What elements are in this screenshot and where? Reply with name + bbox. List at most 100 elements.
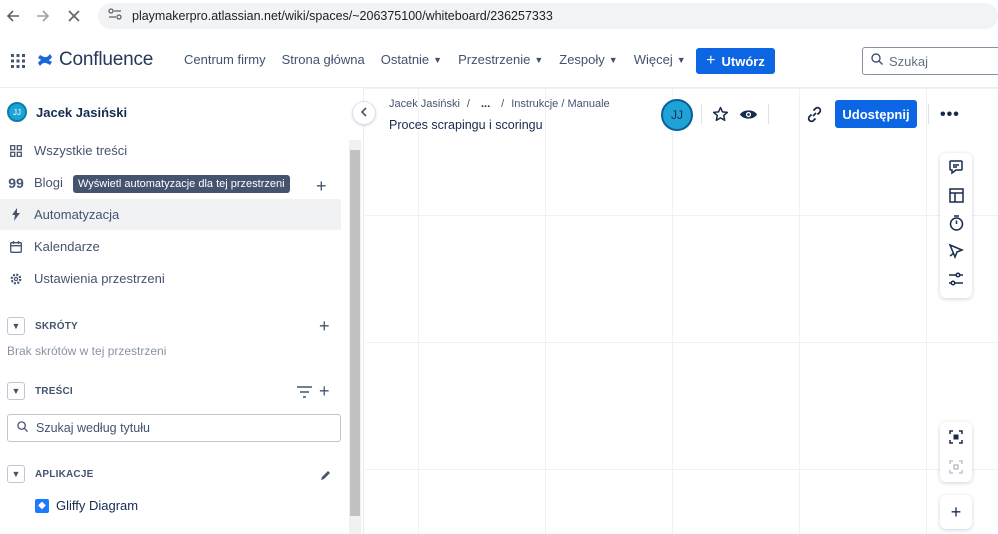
app-header: Confluence Centrum firmy Strona główna O… (0, 32, 998, 88)
section-label: TREŚCI (35, 385, 73, 397)
zoom-in-button[interactable]: + (940, 495, 972, 529)
edit-pencil-icon[interactable] (320, 468, 331, 486)
grid-icon (9, 144, 23, 158)
sidebar-scrollbar[interactable] (349, 140, 361, 534)
star-icon[interactable] (710, 104, 730, 124)
url-text: playmakerpro.atlassian.net/wiki/spaces/~… (132, 9, 553, 23)
sidebar-item-calendars[interactable]: Kalendarze (0, 231, 341, 262)
chevron-down-icon[interactable]: ▼ (7, 317, 25, 335)
comment-icon[interactable] (940, 153, 972, 181)
section-label: APLIKACJE (35, 468, 94, 480)
link-icon[interactable] (804, 104, 824, 124)
create-label: Utwórz (721, 53, 765, 69)
nav-ostatnie[interactable]: Ostatnie ▼ (373, 50, 450, 69)
scrollbar-thumb[interactable] (350, 150, 360, 516)
sidebar-item-label: Kalendarze (34, 239, 100, 254)
app-switcher-icon[interactable] (11, 54, 25, 68)
tooltip: Wyświetl automatyzacje dla tej przestrze… (73, 175, 290, 193)
template-icon[interactable] (940, 181, 972, 209)
confluence-logo-icon (38, 54, 52, 66)
nav-label: Przestrzenie (458, 52, 531, 67)
product-name: Confluence (59, 49, 154, 70)
breadcrumb-item[interactable]: Jacek Jasiński (389, 98, 460, 110)
follow-cursor-icon[interactable] (940, 237, 972, 265)
app-label: Gliffy Diagram (56, 498, 139, 513)
nav-label: Więcej (633, 52, 673, 67)
sidebar-item-label: Automatyzacja (34, 207, 120, 222)
divider (768, 104, 769, 124)
chevron-down-icon[interactable]: ▼ (7, 382, 25, 400)
zoom-controls (940, 422, 972, 482)
shortcuts-section-header: ▼ SKRÓTY (7, 317, 78, 335)
chevron-left-icon (360, 106, 368, 120)
global-search-input[interactable]: Szukaj (862, 47, 998, 75)
nav-przestrzenie[interactable]: Przestrzenie ▼ (450, 50, 551, 69)
sidebar-item-space-settings[interactable]: Ustawienia przestrzeni (0, 263, 341, 294)
avatar[interactable]: JJ (661, 99, 693, 131)
chevron-down-icon: ▼ (676, 54, 686, 65)
title-search-input[interactable]: Szukaj według tytułu (7, 414, 341, 442)
breadcrumb-ellipsis[interactable]: ... (481, 98, 490, 110)
sidebar-item-all-content[interactable]: Wszystkie treści (0, 135, 341, 166)
lightning-icon (9, 208, 23, 222)
nav-centrum-firmy[interactable]: Centrum firmy (176, 50, 274, 69)
sidebar-item-label: Ustawienia przestrzeni (34, 271, 165, 286)
shortcuts-empty-note: Brak skrótów w tej przestrzeni (7, 344, 167, 358)
space-owner[interactable]: JJ Jacek Jasiński (7, 102, 127, 122)
more-options-icon[interactable]: ••• (940, 106, 960, 124)
nav-wiecej[interactable]: Więcej ▼ (626, 50, 694, 69)
top-nav: Centrum firmy Strona główna Ostatnie ▼ Pr… (176, 50, 694, 69)
sidebar-item-label: Wszystkie treści (34, 143, 128, 158)
quote-icon: 99 (8, 174, 24, 191)
collapse-sidebar-button[interactable] (352, 101, 376, 125)
chevron-down-icon: ▼ (433, 54, 443, 65)
gliffy-icon: ◆ (35, 498, 49, 513)
app-gliffy-diagram[interactable]: ◆ Gliffy Diagram (35, 498, 138, 513)
nav-label: Zespoły (559, 52, 605, 67)
breadcrumb-separator: / (501, 98, 505, 110)
section-label: SKRÓTY (35, 320, 78, 332)
breadcrumb-item[interactable]: Instrukcje / Manuale (511, 98, 609, 110)
browser-bar: playmakerpro.atlassian.net/wiki/spaces/~… (0, 0, 998, 32)
nav-strona-glowna[interactable]: Strona główna (274, 50, 373, 69)
plus-icon: + (706, 52, 716, 69)
nav-zespoly[interactable]: Zespoły ▼ (551, 50, 625, 69)
search-icon (871, 52, 883, 70)
address-bar[interactable]: playmakerpro.atlassian.net/wiki/spaces/~… (98, 3, 998, 29)
divider (928, 104, 929, 124)
sidebar-item-label: Blogi (34, 175, 63, 190)
site-info-icon[interactable] (108, 7, 122, 25)
sidebar-item-automation[interactable]: Automatyzacja (0, 199, 341, 230)
eye-icon[interactable] (738, 104, 758, 124)
add-blog-plus-icon[interactable]: + (316, 177, 327, 195)
whiteboard-canvas[interactable]: Jacek Jasiński / ... / Instrukcje / Manu… (365, 88, 998, 534)
forward-arrow-icon[interactable] (34, 7, 52, 25)
nav-label: Centrum firmy (184, 52, 266, 67)
stop-loading-icon[interactable] (65, 7, 83, 25)
filter-icon[interactable] (297, 385, 312, 403)
plus-icon: + (950, 501, 962, 522)
space-owner-name: Jacek Jasiński (36, 104, 128, 120)
divider (701, 104, 702, 124)
chevron-down-icon[interactable]: ▼ (7, 465, 25, 483)
share-button[interactable]: Udostępnij (835, 100, 917, 128)
fit-to-screen-icon[interactable] (940, 422, 972, 452)
confluence-logo[interactable]: Confluence (37, 49, 153, 71)
nav-label: Strona główna (281, 52, 365, 67)
focus-frame-icon[interactable] (940, 452, 972, 482)
title-search-placeholder: Szukaj według tytułu (36, 421, 150, 435)
space-sidebar: JJ Jacek Jasiński Wszystkie treści 99 Bl… (0, 88, 376, 534)
page-title[interactable]: Proces scrapingu i scoringu (389, 118, 543, 132)
create-button[interactable]: + Utwórz (696, 48, 775, 74)
add-content-plus-icon[interactable]: + (319, 382, 330, 400)
timer-icon[interactable] (940, 209, 972, 237)
search-icon (17, 419, 28, 437)
calendar-icon (9, 240, 23, 254)
content-section-header: ▼ TREŚCI (7, 382, 73, 400)
chevron-down-icon: ▼ (608, 54, 618, 65)
gear-icon (9, 272, 23, 286)
add-shortcut-plus-icon[interactable]: + (319, 317, 330, 335)
settings-sliders-icon[interactable] (940, 265, 972, 293)
back-arrow-icon[interactable] (4, 7, 22, 25)
apps-section-header: ▼ APLIKACJE (7, 465, 93, 483)
